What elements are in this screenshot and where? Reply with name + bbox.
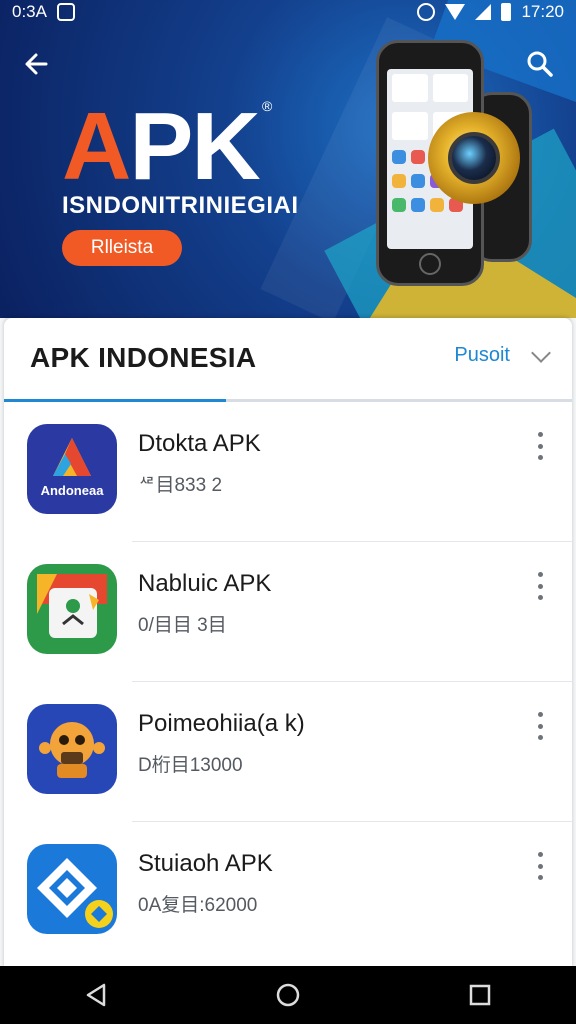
chrome-like-icon [27, 564, 117, 654]
camera-lens [448, 132, 500, 184]
wifi-icon [445, 4, 466, 20]
hero-cta-button[interactable]: Rlleista [62, 230, 182, 266]
app-meta: D桁目13000 [138, 755, 243, 776]
alarm-icon [417, 3, 436, 21]
more-options-icon[interactable] [534, 432, 546, 460]
status-time-right: 17:20 [521, 2, 564, 21]
app-meta: 0/目目 3目 [138, 615, 227, 636]
hero-title: APK [62, 92, 261, 202]
navigation-bar [0, 966, 576, 1024]
screen: 0:3A 17:20 APK ® ISNDONITRINIEGIAI Rllei… [0, 0, 576, 1024]
list-header: APK INDONESIA Pusoit [4, 318, 572, 402]
app-list-card: APK INDONESIA Pusoit Andoneaa Dtokta APK [4, 318, 572, 968]
app-name: Poimeohiia(a k) [138, 710, 305, 737]
camera-lens-illustration [428, 112, 520, 204]
hero-subtitle: ISNDONITRINIEGIAI [62, 192, 299, 219]
phone-home-button [419, 253, 441, 275]
filter-label: Pusoit [454, 344, 510, 366]
status-time-left: 0:3A [12, 2, 47, 21]
more-options-icon[interactable] [534, 712, 546, 740]
app-list: Andoneaa Dtokta APK ᄰ目833 2 Nabluic APK … [4, 402, 572, 962]
app-name: Dtokta APK [138, 430, 261, 457]
back-button[interactable] [18, 44, 58, 84]
list-item[interactable]: Nabluic APK 0/目目 3目 [4, 542, 572, 682]
app-meta: ᄰ目833 2 [138, 475, 223, 496]
list-item[interactable]: Stuiaoh APK 0A复目:62000 [4, 822, 572, 962]
diamond-logo-icon [27, 844, 117, 934]
status-bar: 0:3A 17:20 [0, 0, 576, 24]
battery-icon [501, 3, 512, 21]
recents-nav-icon [469, 984, 491, 1006]
app-meta: 0A复目:62000 [138, 895, 258, 916]
list-title: APK INDONESIA [30, 342, 257, 373]
back-nav-icon [86, 983, 106, 1007]
hero-title-accent: A [62, 93, 131, 200]
nav-home-button[interactable] [268, 975, 308, 1015]
icon-label: Andoneaa [40, 483, 104, 498]
list-item[interactable]: Andoneaa Dtokta APK ᄰ目833 2 [4, 402, 572, 542]
list-item[interactable]: Poimeohiia(a k) D桁目13000 [4, 682, 572, 822]
search-icon [527, 51, 553, 77]
nav-recents-button[interactable] [460, 975, 500, 1015]
hero-title-rest: PK [129, 93, 260, 200]
filter-dropdown[interactable]: Pusoit [454, 342, 551, 367]
more-options-icon[interactable] [534, 572, 546, 600]
chevron-down-icon [531, 342, 551, 363]
signal-icon [475, 4, 492, 20]
registered-mark: ® [262, 98, 273, 114]
app-notification-icon [56, 3, 75, 21]
hero-banner: 0:3A 17:20 APK ® ISNDONITRINIEGIAI Rllei… [0, 0, 576, 318]
nav-back-button[interactable] [76, 975, 116, 1015]
home-nav-icon [276, 983, 300, 1007]
app-name: Nabluic APK [138, 570, 272, 597]
arrow-left-icon [25, 53, 48, 75]
triangle-logo-icon: Andoneaa [27, 424, 117, 514]
more-options-icon[interactable] [534, 852, 546, 880]
search-button[interactable] [520, 44, 560, 84]
robot-icon [27, 704, 117, 794]
app-name: Stuiaoh APK [138, 850, 273, 877]
